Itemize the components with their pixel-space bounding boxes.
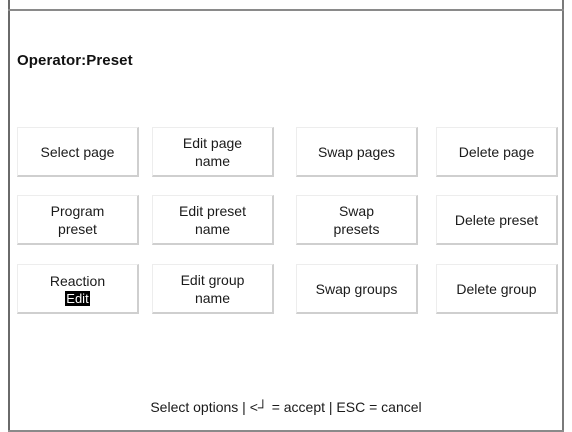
swap-groups-button[interactable]: Swap groups xyxy=(296,264,418,314)
reaction-label: Reaction xyxy=(49,272,106,289)
reaction-value-highlight: Edit xyxy=(65,290,90,306)
edit-page-name-label: Edit page name xyxy=(182,134,243,169)
delete-page-button[interactable]: Delete page xyxy=(436,127,558,177)
page-title: Operator:Preset xyxy=(17,52,133,69)
status-bar-text: Select options | <┘ = accept | ESC = can… xyxy=(150,399,422,415)
swap-pages-label: Swap pages xyxy=(317,143,396,160)
edit-page-name-button[interactable]: Edit page name xyxy=(152,127,274,177)
edit-preset-name-label: Edit preset name xyxy=(179,202,246,237)
delete-preset-label: Delete preset xyxy=(454,211,539,228)
delete-page-label: Delete page xyxy=(458,143,535,160)
reaction-button[interactable]: Reaction Edit xyxy=(17,264,139,314)
swap-presets-button[interactable]: Swap presets xyxy=(296,195,418,245)
program-preset-button[interactable]: Program preset xyxy=(17,195,139,245)
top-divider xyxy=(8,9,564,11)
delete-preset-button[interactable]: Delete preset xyxy=(436,195,558,245)
delete-group-button[interactable]: Delete group xyxy=(436,264,558,314)
select-page-button[interactable]: Select page xyxy=(17,127,139,177)
swap-presets-label: Swap presets xyxy=(333,202,380,237)
edit-group-name-button[interactable]: Edit group name xyxy=(152,264,274,314)
select-page-label: Select page xyxy=(40,143,115,160)
screen: Operator:Preset Select page Edit page na… xyxy=(0,0,572,432)
edit-group-name-label: Edit group name xyxy=(180,271,245,306)
program-preset-label: Program preset xyxy=(50,202,105,237)
edit-preset-name-button[interactable]: Edit preset name xyxy=(152,195,274,245)
delete-group-label: Delete group xyxy=(456,280,537,297)
swap-groups-label: Swap groups xyxy=(315,280,398,297)
swap-pages-button[interactable]: Swap pages xyxy=(296,127,418,177)
